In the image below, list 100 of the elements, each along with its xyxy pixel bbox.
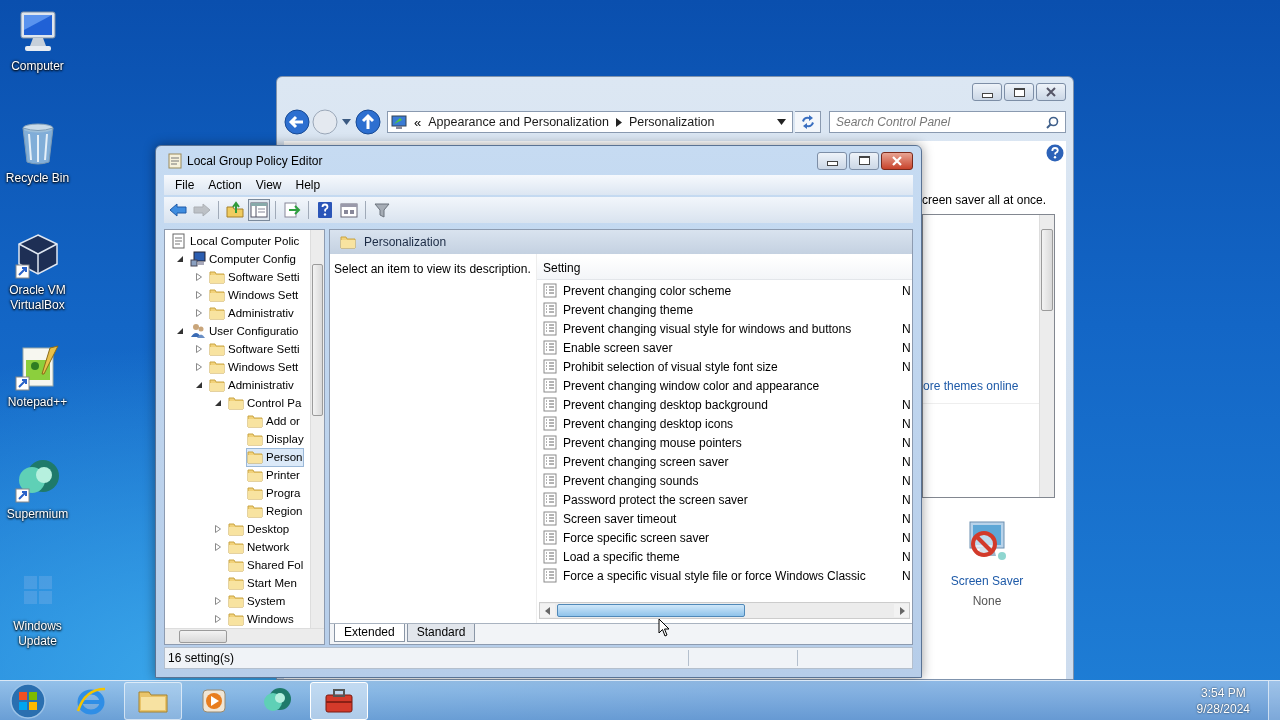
folder-icon bbox=[209, 341, 225, 357]
close-button[interactable] bbox=[881, 151, 913, 170]
expand-arrow-icon[interactable] bbox=[195, 381, 203, 389]
menu-item[interactable]: Help bbox=[288, 178, 328, 192]
setting-icon bbox=[543, 473, 557, 488]
table-cell: N bbox=[902, 530, 912, 545]
help-icon[interactable] bbox=[1046, 144, 1064, 162]
tree-item[interactable]: Control Pa bbox=[227, 393, 304, 413]
folder-icon bbox=[228, 395, 244, 411]
scrollbar[interactable] bbox=[1039, 215, 1054, 497]
toolbar-button[interactable] bbox=[281, 199, 303, 221]
breadcrumb-arrow-icon[interactable] bbox=[615, 117, 622, 127]
screen-saver-link[interactable]: Screen Saver bbox=[950, 574, 1024, 588]
setting-row[interactable]: Force a specific visual style file or force Windows Classic N bbox=[537, 566, 912, 585]
breadcrumb-item[interactable]: Personalization bbox=[628, 115, 715, 129]
table-cell: N bbox=[902, 454, 912, 469]
tree-item[interactable]: Windows bbox=[227, 609, 296, 628]
scrollbar[interactable] bbox=[165, 628, 324, 644]
tree-item[interactable]: Person bbox=[246, 447, 305, 467]
tree-item[interactable]: Computer Config bbox=[189, 249, 298, 269]
setting-row[interactable]: Prevent changing desktop icons N bbox=[537, 414, 912, 433]
tree-item[interactable]: User Configuratio bbox=[189, 321, 301, 341]
icon-label[interactable]: Supermium bbox=[1, 507, 74, 522]
menu-item[interactable]: File bbox=[168, 178, 202, 192]
icon-label[interactable]: Notepad++ bbox=[1, 395, 74, 410]
tree-item[interactable]: Local Computer Polic bbox=[170, 231, 302, 251]
toolbar-button[interactable] bbox=[248, 199, 270, 221]
close-button[interactable] bbox=[1036, 83, 1066, 101]
tree-item[interactable]: Administrativ bbox=[208, 303, 296, 323]
expand-arrow-icon[interactable] bbox=[176, 327, 184, 335]
breadcrumb-overflow[interactable]: « bbox=[414, 114, 422, 130]
search-field[interactable]: Search Control Panel bbox=[829, 111, 1066, 133]
column-header[interactable]: Setting bbox=[537, 261, 581, 275]
folder-icon bbox=[228, 521, 244, 537]
expand-arrow-icon[interactable] bbox=[214, 399, 222, 407]
setting-row[interactable]: Prevent changing visual style for windows and buttons N bbox=[537, 319, 912, 338]
help-icon bbox=[316, 201, 334, 219]
tree-item[interactable]: Administrativ bbox=[208, 375, 296, 395]
scrollbar[interactable] bbox=[310, 230, 324, 628]
maximize-button[interactable] bbox=[849, 151, 879, 170]
tree-item[interactable]: Region bbox=[246, 501, 305, 521]
setting-row[interactable]: Force specific screen saver N bbox=[537, 528, 912, 547]
minimize-button[interactable] bbox=[817, 151, 847, 170]
setting-row[interactable]: Prevent changing theme bbox=[537, 300, 912, 319]
setting-row[interactable]: Prohibit selection of visual style font size N bbox=[537, 357, 912, 376]
section-title: Personalization bbox=[364, 235, 447, 249]
icon-label[interactable]: Recycle Bin bbox=[1, 171, 74, 186]
tree-item[interactable]: System bbox=[227, 591, 288, 611]
tree-item[interactable]: Start Men bbox=[227, 573, 299, 593]
setting-name: Password protect the screen saver bbox=[563, 492, 749, 507]
notepad-icon[interactable] bbox=[13, 344, 62, 392]
folder-icon bbox=[247, 485, 263, 501]
setting-row[interactable]: Prevent changing screen saver N bbox=[537, 452, 912, 471]
search-icon[interactable] bbox=[1046, 115, 1059, 129]
setting-row[interactable]: Prevent changing desktop background N bbox=[537, 395, 912, 414]
up-folder-icon bbox=[226, 201, 244, 219]
tree-item[interactable]: Network bbox=[227, 537, 292, 557]
tree-item[interactable]: Printer bbox=[246, 465, 302, 485]
setting-row[interactable]: Enable screen saver N bbox=[537, 338, 912, 357]
tree-item[interactable]: Display bbox=[246, 429, 306, 449]
refresh-button[interactable] bbox=[795, 111, 821, 133]
minimize-button[interactable] bbox=[972, 83, 1002, 101]
tree-item[interactable]: Windows Sett bbox=[208, 285, 301, 305]
tree-item[interactable]: Windows Sett bbox=[208, 357, 301, 377]
table-cell: N bbox=[902, 321, 912, 336]
setting-row[interactable]: Screen saver timeout N bbox=[537, 509, 912, 528]
taskbar-button[interactable] bbox=[310, 681, 368, 720]
breadcrumb-item[interactable]: Appearance and Personalization bbox=[428, 115, 609, 129]
scroll-left-icon[interactable] bbox=[544, 606, 551, 615]
setting-row[interactable]: Password protect the screen saver N bbox=[537, 490, 912, 509]
setting-name: Load a specific theme bbox=[563, 549, 681, 564]
expand-arrow-icon[interactable] bbox=[176, 255, 184, 263]
close-icon bbox=[891, 155, 903, 166]
setting-row[interactable]: Prevent changing mouse pointers N bbox=[537, 433, 912, 452]
maximize-button[interactable] bbox=[1004, 83, 1034, 101]
icon-label[interactable]: Computer bbox=[1, 59, 74, 74]
setting-row[interactable]: Load a specific theme N bbox=[537, 547, 912, 566]
table-cell: N bbox=[902, 340, 912, 355]
tree-item[interactable]: Add or bbox=[246, 411, 302, 431]
tab[interactable]: Extended bbox=[334, 624, 405, 642]
setting-row[interactable]: Prevent changing color scheme N bbox=[537, 281, 912, 300]
tree-item[interactable]: Software Setti bbox=[208, 267, 302, 287]
dropdown-arrow-icon[interactable] bbox=[777, 119, 786, 125]
tree-item[interactable]: Software Setti bbox=[208, 339, 302, 359]
address-bar[interactable]: « Appearance and Personalization Personalization bbox=[387, 111, 793, 133]
menu-item[interactable]: Action bbox=[201, 178, 249, 192]
tree-item[interactable]: Progra bbox=[246, 483, 303, 503]
tree-item[interactable]: Desktop bbox=[227, 519, 292, 539]
up-button[interactable] bbox=[355, 109, 381, 135]
scroll-right-icon[interactable] bbox=[898, 606, 905, 615]
setting-row[interactable]: Prevent changing sounds N bbox=[537, 471, 912, 490]
setting-icon bbox=[543, 492, 557, 507]
toolbar-button[interactable] bbox=[224, 199, 246, 221]
scrollbar[interactable] bbox=[539, 602, 910, 619]
setting-row[interactable]: Prevent changing window color and appearance bbox=[537, 376, 912, 395]
back-button[interactable] bbox=[284, 109, 310, 135]
menu-item[interactable]: View bbox=[248, 178, 289, 192]
tab[interactable]: Standard bbox=[406, 624, 476, 642]
icon-label[interactable]: Oracle VM VirtualBox bbox=[1, 283, 74, 313]
tree-item[interactable]: Shared Fol bbox=[227, 555, 306, 575]
